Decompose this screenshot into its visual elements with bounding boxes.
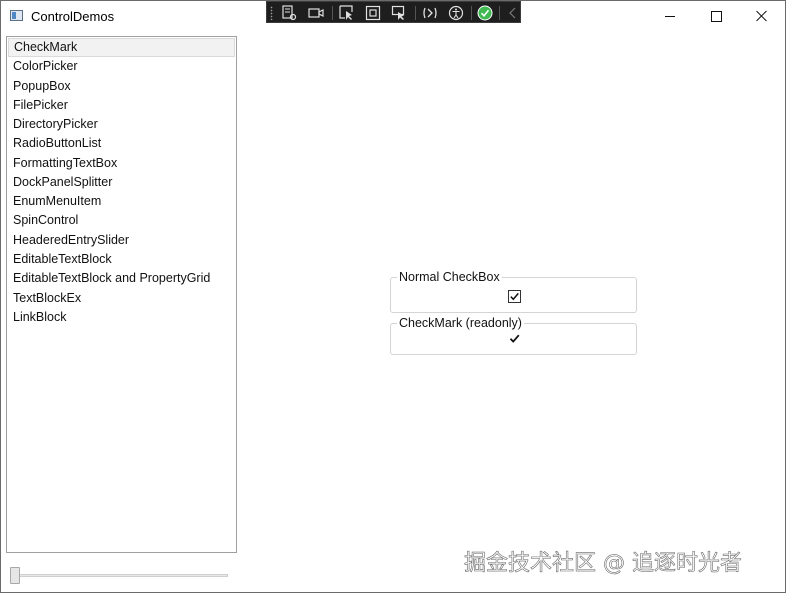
zoom-slider-thumb[interactable] — [10, 567, 20, 584]
toolbar-separator — [499, 6, 500, 20]
checkmark-readonly-header: CheckMark (readonly) — [397, 316, 524, 330]
watermark: 掘金技术社区 @ 追逐时光者 — [464, 551, 742, 577]
grip-icon[interactable] — [270, 6, 273, 20]
minimize-icon — [665, 15, 675, 17]
list-item-textblockex[interactable]: TextBlockEx — [8, 289, 235, 308]
maximize-icon — [710, 10, 722, 22]
list-item-enummenuitem[interactable]: EnumMenuItem — [8, 192, 235, 211]
list-item-editabletextblock[interactable]: EditableTextBlock — [8, 250, 235, 269]
select-element-icon[interactable] — [339, 5, 355, 21]
list-item-radiobuttonlist[interactable]: RadioButtonList — [8, 134, 235, 153]
camera-icon[interactable] — [308, 5, 324, 21]
hot-reload-icon[interactable] — [422, 5, 438, 21]
toolbar-separator — [415, 6, 416, 20]
app-window-icon — [10, 10, 23, 21]
debug-toolbar — [266, 1, 521, 23]
track-focus-icon[interactable] — [391, 5, 407, 21]
normal-checkbox-header: Normal CheckBox — [397, 270, 502, 284]
list-item-formattingtextbox[interactable]: FormattingTextBox — [8, 154, 235, 173]
list-item-checkmark[interactable]: CheckMark — [8, 38, 235, 57]
display-layout-adorners-icon[interactable] — [365, 5, 381, 21]
minimize-button[interactable] — [647, 1, 693, 31]
close-icon — [756, 10, 768, 22]
normal-checkbox[interactable] — [508, 290, 521, 303]
list-item-popupbox[interactable]: PopupBox — [8, 77, 235, 96]
watermark-text: 掘金技术社区 @ 追逐时光者 — [464, 551, 742, 576]
list-item-spincontrol[interactable]: SpinControl — [8, 211, 235, 230]
normal-checkbox-group: Normal CheckBox — [390, 270, 637, 313]
list-item-linkblock[interactable]: LinkBlock — [8, 308, 235, 327]
binding-ok-icon[interactable] — [477, 5, 493, 21]
list-item-editabletextblock-propertygrid[interactable]: EditableTextBlock and PropertyGrid — [8, 269, 235, 288]
list-item-colorpicker[interactable]: ColorPicker — [8, 57, 235, 76]
app-window: ControlDemos CheckMark ColorPicker Popup… — [0, 0, 786, 593]
checkmark-icon — [509, 334, 520, 343]
list-item-headeredentryslider[interactable]: HeaderedEntrySlider — [8, 231, 235, 250]
list-item-directorypicker[interactable]: DirectoryPicker — [8, 115, 235, 134]
demo-list[interactable]: CheckMark ColorPicker PopupBox FilePicke… — [6, 36, 237, 553]
list-item-dockpanelsplitter[interactable]: DockPanelSplitter — [8, 173, 235, 192]
toolbar-separator — [332, 6, 333, 20]
close-button[interactable] — [739, 1, 785, 31]
zoom-slider-track[interactable] — [11, 574, 228, 577]
check-icon — [510, 292, 519, 301]
collapse-chevron-icon[interactable] — [505, 5, 521, 21]
checkmark-readonly-group: CheckMark (readonly) — [390, 316, 637, 355]
toolbar-separator — [471, 6, 472, 20]
maximize-button[interactable] — [693, 1, 739, 31]
window-title: ControlDemos — [31, 9, 115, 24]
live-visual-tree-icon[interactable] — [281, 5, 297, 21]
list-item-filepicker[interactable]: FilePicker — [8, 96, 235, 115]
accessibility-icon[interactable] — [448, 5, 464, 21]
